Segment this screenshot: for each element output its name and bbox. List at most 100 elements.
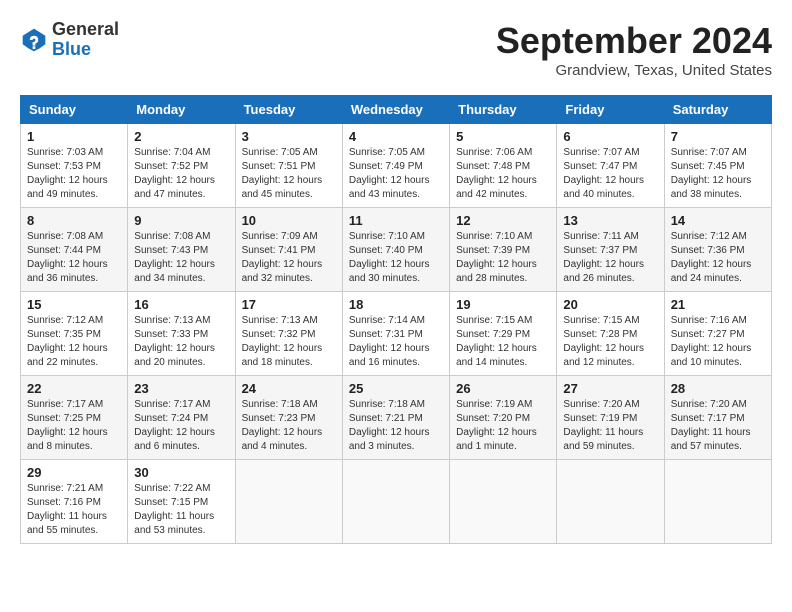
- day-info: Sunrise: 7:06 AM Sunset: 7:48 PM Dayligh…: [456, 146, 550, 202]
- table-row: 23 Sunrise: 7:17 AM Sunset: 7:24 PM Dayli…: [128, 376, 235, 460]
- day-info: Sunrise: 7:03 AM Sunset: 7:53 PM Dayligh…: [27, 146, 121, 202]
- day-number: 15: [27, 297, 121, 312]
- table-row: 30 Sunrise: 7:22 AM Sunset: 7:15 PM Dayli…: [128, 460, 235, 544]
- month-title: September 2024: [496, 20, 772, 62]
- day-info: Sunrise: 7:04 AM Sunset: 7:52 PM Dayligh…: [134, 146, 228, 202]
- table-row: 10Sunrise: 7:09 AM Sunset: 7:41 PM Dayli…: [235, 208, 342, 292]
- day-info: Sunrise: 7:20 AM Sunset: 7:17 PM Dayligh…: [671, 398, 765, 454]
- table-row: 9Sunrise: 7:08 AM Sunset: 7:43 PM Daylig…: [128, 208, 235, 292]
- table-row: 24 Sunrise: 7:18 AM Sunset: 7:23 PM Dayli…: [235, 376, 342, 460]
- title-block: September 2024 Grandview, Texas, United …: [496, 20, 772, 79]
- page-header: General Blue September 2024 Grandview, T…: [20, 20, 772, 79]
- calendar-header-row: Sunday Monday Tuesday Wednesday Thursday…: [21, 96, 772, 124]
- table-row: 8 Sunrise: 7:08 AM Sunset: 7:44 PM Daylig…: [21, 208, 128, 292]
- col-saturday: Saturday: [664, 96, 771, 124]
- table-row: 22 Sunrise: 7:17 AM Sunset: 7:25 PM Dayli…: [21, 376, 128, 460]
- day-number: 22: [27, 381, 121, 396]
- table-row: 1 Sunrise: 7:03 AM Sunset: 7:53 PM Daylig…: [21, 124, 128, 208]
- col-monday: Monday: [128, 96, 235, 124]
- table-row: [664, 460, 771, 544]
- calendar-week-4: 22 Sunrise: 7:17 AM Sunset: 7:25 PM Dayli…: [21, 376, 772, 460]
- day-info: Sunrise: 7:12 AM Sunset: 7:36 PM Dayligh…: [671, 230, 765, 286]
- day-number: 20: [563, 297, 657, 312]
- day-number: 4: [349, 129, 443, 144]
- logo-general: General: [52, 20, 119, 40]
- table-row: 26Sunrise: 7:19 AM Sunset: 7:20 PM Dayli…: [450, 376, 557, 460]
- day-info: Sunrise: 7:05 AM Sunset: 7:51 PM Dayligh…: [242, 146, 336, 202]
- calendar: Sunday Monday Tuesday Wednesday Thursday…: [20, 95, 772, 544]
- table-row: [235, 460, 342, 544]
- day-number: 11: [349, 213, 443, 228]
- day-number: 10: [242, 213, 336, 228]
- logo-icon: [20, 26, 48, 54]
- table-row: 21 Sunrise: 7:16 AM Sunset: 7:27 PM Dayli…: [664, 292, 771, 376]
- table-row: 6 Sunrise: 7:07 AM Sunset: 7:47 PM Daylig…: [557, 124, 664, 208]
- day-info: Sunrise: 7:17 AM Sunset: 7:25 PM Dayligh…: [27, 398, 121, 454]
- day-info: Sunrise: 7:20 AM Sunset: 7:19 PM Dayligh…: [563, 398, 657, 454]
- day-info: Sunrise: 7:21 AM Sunset: 7:16 PM Dayligh…: [27, 482, 121, 538]
- day-info: Sunrise: 7:16 AM Sunset: 7:27 PM Dayligh…: [671, 314, 765, 370]
- day-number: 9: [134, 213, 228, 228]
- col-sunday: Sunday: [21, 96, 128, 124]
- day-info: Sunrise: 7:15 AM Sunset: 7:29 PM Dayligh…: [456, 314, 550, 370]
- day-number: 18: [349, 297, 443, 312]
- day-info: Sunrise: 7:13 AM Sunset: 7:33 PM Dayligh…: [134, 314, 228, 370]
- day-info: Sunrise: 7:14 AM Sunset: 7:31 PM Dayligh…: [349, 314, 443, 370]
- day-number: 29: [27, 465, 121, 480]
- day-info: Sunrise: 7:19 AM Sunset: 7:20 PM Dayligh…: [456, 398, 550, 454]
- location: Grandview, Texas, United States: [496, 62, 772, 79]
- day-number: 24: [242, 381, 336, 396]
- day-number: 5: [456, 129, 550, 144]
- day-number: 30: [134, 465, 228, 480]
- day-number: 12: [456, 213, 550, 228]
- table-row: 5 Sunrise: 7:06 AM Sunset: 7:48 PM Daylig…: [450, 124, 557, 208]
- logo: General Blue: [20, 20, 119, 60]
- day-info: Sunrise: 7:08 AM Sunset: 7:44 PM Dayligh…: [27, 230, 121, 286]
- table-row: 19 Sunrise: 7:15 AM Sunset: 7:29 PM Dayli…: [450, 292, 557, 376]
- table-row: [342, 460, 449, 544]
- col-friday: Friday: [557, 96, 664, 124]
- day-info: Sunrise: 7:10 AM Sunset: 7:40 PM Dayligh…: [349, 230, 443, 286]
- day-number: 28: [671, 381, 765, 396]
- day-info: Sunrise: 7:07 AM Sunset: 7:45 PM Dayligh…: [671, 146, 765, 202]
- table-row: 28 Sunrise: 7:20 AM Sunset: 7:17 PM Dayli…: [664, 376, 771, 460]
- table-row: 3 Sunrise: 7:05 AM Sunset: 7:51 PM Daylig…: [235, 124, 342, 208]
- day-number: 13: [563, 213, 657, 228]
- table-row: 15 Sunrise: 7:12 AM Sunset: 7:35 PM Dayli…: [21, 292, 128, 376]
- table-row: 7 Sunrise: 7:07 AM Sunset: 7:45 PM Daylig…: [664, 124, 771, 208]
- day-number: 6: [563, 129, 657, 144]
- calendar-week-1: 1 Sunrise: 7:03 AM Sunset: 7:53 PM Daylig…: [21, 124, 772, 208]
- table-row: 18 Sunrise: 7:14 AM Sunset: 7:31 PM Dayli…: [342, 292, 449, 376]
- table-row: 27Sunrise: 7:20 AM Sunset: 7:19 PM Dayli…: [557, 376, 664, 460]
- col-tuesday: Tuesday: [235, 96, 342, 124]
- day-info: Sunrise: 7:05 AM Sunset: 7:49 PM Dayligh…: [349, 146, 443, 202]
- day-number: 2: [134, 129, 228, 144]
- day-info: Sunrise: 7:17 AM Sunset: 7:24 PM Dayligh…: [134, 398, 228, 454]
- day-info: Sunrise: 7:22 AM Sunset: 7:15 PM Dayligh…: [134, 482, 228, 538]
- day-number: 1: [27, 129, 121, 144]
- day-number: 21: [671, 297, 765, 312]
- day-info: Sunrise: 7:13 AM Sunset: 7:32 PM Dayligh…: [242, 314, 336, 370]
- logo-blue: Blue: [52, 40, 119, 60]
- day-number: 3: [242, 129, 336, 144]
- table-row: 4 Sunrise: 7:05 AM Sunset: 7:49 PM Daylig…: [342, 124, 449, 208]
- day-number: 8: [27, 213, 121, 228]
- day-info: Sunrise: 7:18 AM Sunset: 7:21 PM Dayligh…: [349, 398, 443, 454]
- table-row: 2 Sunrise: 7:04 AM Sunset: 7:52 PM Daylig…: [128, 124, 235, 208]
- col-wednesday: Wednesday: [342, 96, 449, 124]
- table-row: 25Sunrise: 7:18 AM Sunset: 7:21 PM Dayli…: [342, 376, 449, 460]
- calendar-week-5: 29 Sunrise: 7:21 AM Sunset: 7:16 PM Dayli…: [21, 460, 772, 544]
- table-row: [557, 460, 664, 544]
- day-number: 14: [671, 213, 765, 228]
- day-number: 7: [671, 129, 765, 144]
- day-info: Sunrise: 7:18 AM Sunset: 7:23 PM Dayligh…: [242, 398, 336, 454]
- logo-text: General Blue: [52, 20, 119, 60]
- col-thursday: Thursday: [450, 96, 557, 124]
- day-info: Sunrise: 7:07 AM Sunset: 7:47 PM Dayligh…: [563, 146, 657, 202]
- day-info: Sunrise: 7:15 AM Sunset: 7:28 PM Dayligh…: [563, 314, 657, 370]
- day-number: 19: [456, 297, 550, 312]
- day-number: 16: [134, 297, 228, 312]
- day-number: 23: [134, 381, 228, 396]
- day-info: Sunrise: 7:10 AM Sunset: 7:39 PM Dayligh…: [456, 230, 550, 286]
- day-info: Sunrise: 7:12 AM Sunset: 7:35 PM Dayligh…: [27, 314, 121, 370]
